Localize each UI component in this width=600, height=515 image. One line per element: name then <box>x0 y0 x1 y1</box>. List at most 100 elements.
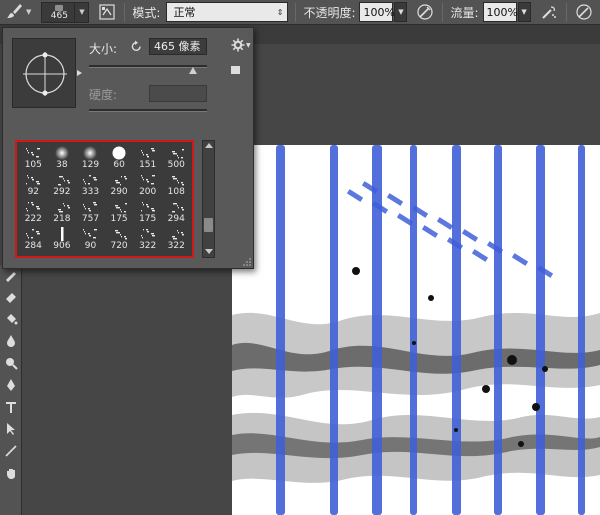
size-input[interactable]: 465 像素 <box>149 38 207 55</box>
brush-stroke-mark <box>436 217 454 230</box>
brush-preset[interactable]: 284 <box>19 225 48 252</box>
brush-tip-icon <box>140 229 155 239</box>
scroll-up-icon[interactable] <box>205 143 213 148</box>
opacity-input[interactable]: 100% <box>359 2 395 22</box>
scroll-down-icon[interactable] <box>205 249 213 254</box>
brush-tip-icon <box>83 175 98 185</box>
ink-spot <box>454 428 458 432</box>
brush-preset[interactable]: 105 <box>19 144 48 171</box>
tool-blur[interactable] <box>0 331 22 353</box>
brush-preset-size-label: 218 <box>53 214 71 224</box>
flow-input[interactable]: 100% <box>482 2 518 22</box>
scrollbar-thumb[interactable] <box>204 218 213 232</box>
hand-icon <box>4 466 18 483</box>
brush-tool-preset-picker[interactable]: ▼ <box>6 2 31 23</box>
opacity-label: 不透明度: <box>303 5 356 20</box>
new-preset-icon[interactable] <box>231 66 240 74</box>
airbrush-button[interactable] <box>539 2 559 22</box>
flow-label: 流量: <box>450 5 479 20</box>
brush-stroke-mark <box>421 225 439 238</box>
brush-tip-icon <box>57 176 70 186</box>
brush-preset[interactable]: 290 <box>105 171 134 198</box>
ink-spot <box>518 441 524 447</box>
preview-arrow-icon <box>77 70 82 76</box>
pressure-opacity-button[interactable] <box>415 2 435 22</box>
brush-picker-dropdown-button[interactable]: ▼ <box>75 1 90 23</box>
brush-preset-size-label: 906 <box>53 241 71 251</box>
brush-tip-icon <box>112 146 126 160</box>
brush-stroke-mark <box>511 253 529 266</box>
blue-stripe <box>452 145 461 515</box>
brush-stroke-mark <box>461 229 479 242</box>
pressure-size-button[interactable] <box>574 2 594 22</box>
brush-tip-icon <box>172 176 185 186</box>
brush-stroke-mark <box>386 193 404 206</box>
brush-tip-icon <box>83 229 98 239</box>
brush-preset[interactable]: 175 <box>105 198 134 225</box>
history-brush-icon <box>4 268 18 285</box>
hardness-input[interactable] <box>149 85 207 102</box>
brush-preset[interactable]: 151 <box>133 144 162 171</box>
reset-size-icon[interactable] <box>130 40 143 56</box>
tool-path-selection[interactable] <box>0 419 22 441</box>
tool-eraser[interactable] <box>0 287 22 309</box>
ink-spot <box>542 366 548 372</box>
brush-preset[interactable]: 720 <box>105 225 134 252</box>
brush-tip-icon <box>57 203 70 213</box>
tool-hand[interactable] <box>0 463 22 485</box>
brush-preset-size-label: 60 <box>113 160 125 170</box>
brush-preset[interactable]: 200 <box>133 171 162 198</box>
ink-spot <box>532 403 540 411</box>
tool-line[interactable] <box>0 441 22 463</box>
brush-preset[interactable]: 322 <box>133 225 162 252</box>
toolbar-divider <box>124 2 126 22</box>
brush-preset[interactable]: 90 <box>76 225 105 252</box>
brush-preset[interactable]: 292 <box>48 171 77 198</box>
brush-preset[interactable]: 60 <box>105 144 134 171</box>
hardness-slider-track[interactable] <box>89 109 207 112</box>
brush-tip-icon <box>54 146 69 160</box>
brush-tip-shape-icon <box>23 52 67 96</box>
brush-preset[interactable]: 500 <box>162 144 191 171</box>
tool-pen[interactable] <box>0 375 22 397</box>
ink-spot <box>352 267 360 275</box>
brush-preset-size-label: 322 <box>139 241 157 251</box>
brush-preset-size-label: 333 <box>81 187 100 197</box>
brush-preset[interactable]: 906 <box>48 225 77 252</box>
brush-preset[interactable]: 129 <box>76 144 105 171</box>
brush-preset-size-label: 151 <box>139 160 157 170</box>
brush-preset-size-label: 294 <box>167 214 185 224</box>
resize-grip-icon[interactable] <box>243 258 251 266</box>
tool-paint-bucket[interactable] <box>0 309 22 331</box>
canvas-document[interactable] <box>232 145 600 515</box>
brush-preset[interactable]: 322 <box>162 225 191 252</box>
pen-icon <box>4 378 18 395</box>
toggle-brush-panel-button[interactable] <box>97 2 117 22</box>
brush-preset-size-label: 284 <box>24 241 42 251</box>
brush-preset[interactable]: 218 <box>48 198 77 225</box>
gear-icon[interactable] <box>231 38 245 55</box>
tool-dodge[interactable] <box>0 353 22 375</box>
airbrush-icon <box>541 6 556 19</box>
brush-preset[interactable]: 175 <box>133 198 162 225</box>
flow-slider-button[interactable]: ▼ <box>517 2 531 22</box>
blue-stripe <box>276 145 285 515</box>
brush-size-picker[interactable]: 465 <box>41 1 76 23</box>
opacity-slider-button[interactable]: ▼ <box>394 2 408 22</box>
brush-preset-size-label: 222 <box>24 214 42 224</box>
brush-angle-roundness-preview[interactable] <box>12 38 76 108</box>
size-slider-thumb[interactable] <box>189 67 197 74</box>
brush-size-readout: 465 <box>50 10 68 21</box>
brush-preset[interactable]: 92 <box>19 171 48 198</box>
blend-mode-select[interactable]: 正常 ⇕ <box>166 2 289 22</box>
eraser-icon <box>4 290 18 307</box>
brush-preset[interactable]: 108 <box>162 171 191 198</box>
brush-preset[interactable]: 222 <box>19 198 48 225</box>
options-bar: ▼ 465 ▼ 模式: 正常 ⇕ 不透明度: 100% ▼ 流量: 100% ▼ <box>0 0 600 25</box>
brush-preset[interactable]: 333 <box>76 171 105 198</box>
preset-grid-scrollbar[interactable] <box>202 140 215 258</box>
brush-preset[interactable]: 38 <box>48 144 77 171</box>
brush-preset[interactable]: 757 <box>76 198 105 225</box>
tool-type[interactable] <box>0 397 22 419</box>
brush-preset[interactable]: 294 <box>162 198 191 225</box>
